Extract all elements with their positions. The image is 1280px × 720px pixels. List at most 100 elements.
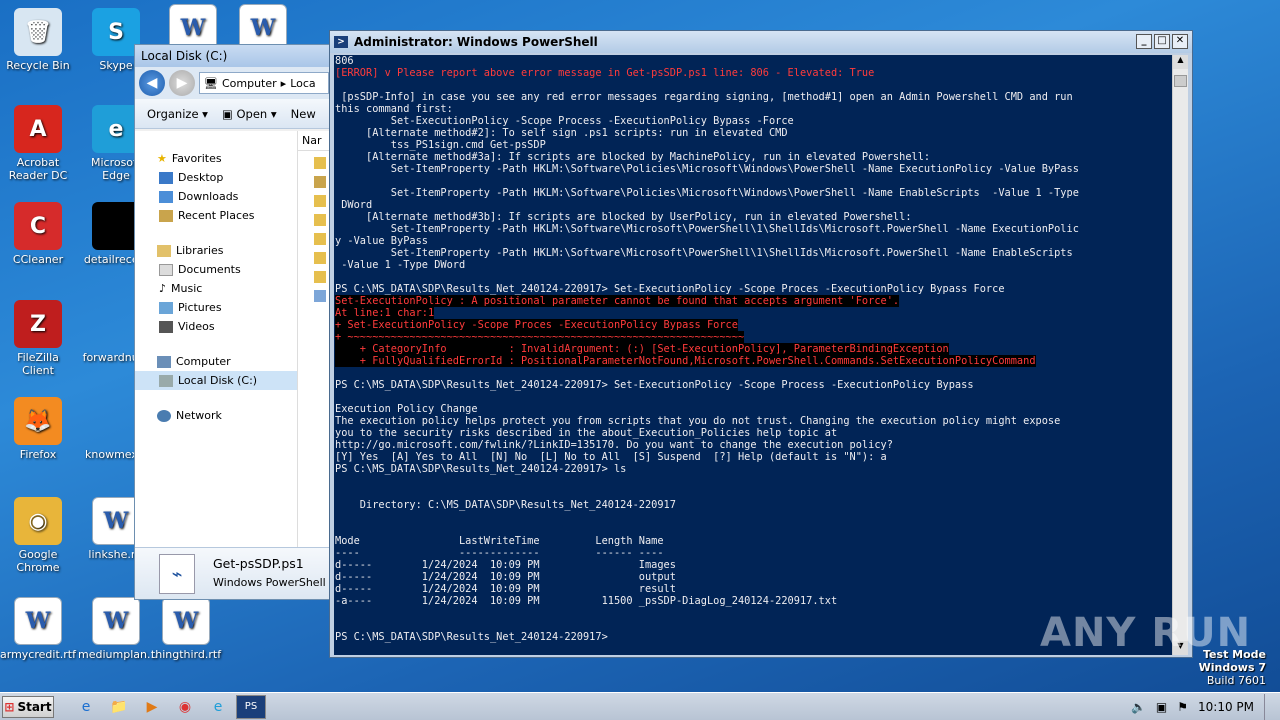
- flag-icon[interactable]: ⚑: [1177, 700, 1188, 714]
- nav-music[interactable]: ♪ Music: [135, 279, 297, 298]
- scroll-thumb[interactable]: [1174, 75, 1187, 87]
- console-line: At line:1 char:1: [335, 307, 435, 319]
- desktop-icon-recycle-bin[interactable]: 🗑 Recycle Bin: [0, 8, 76, 72]
- nav-libraries[interactable]: Libraries: [135, 241, 297, 260]
- breadcrumb-local[interactable]: Loca: [290, 77, 315, 90]
- desktop-icon-label: CCleaner: [12, 253, 64, 266]
- console-line: + Set-ExecutionPolicy -Scope Proces -Exe…: [335, 319, 738, 331]
- downloads-icon: [159, 190, 173, 203]
- console-line: d----- 1/24/2024 10:09 PM Images: [335, 559, 676, 571]
- desktop-icon-label: Google Chrome: [16, 548, 60, 574]
- firefox-icon: 🦊: [14, 397, 62, 445]
- back-icon[interactable]: ◀: [139, 70, 165, 96]
- nav-pictures[interactable]: Pictures: [135, 298, 297, 317]
- close-button[interactable]: ✕: [1172, 34, 1188, 49]
- test-mode-watermark: Test Mode Windows 7 Build 7601: [1199, 648, 1266, 687]
- new-folder-button[interactable]: New: [291, 107, 316, 121]
- taskbar-explorer-icon[interactable]: 📁: [104, 695, 134, 719]
- organize-button[interactable]: Organize ▾: [147, 107, 208, 121]
- desktop-icon-filezilla[interactable]: Z FileZilla Client: [0, 300, 76, 377]
- nav-documents[interactable]: Documents: [135, 260, 297, 279]
- address-input[interactable]: 🖥 Computer ▸ Loca: [199, 72, 329, 94]
- desktop-icon-label: armycredit.rtf: [0, 648, 76, 661]
- minimize-button[interactable]: _: [1136, 34, 1152, 49]
- explorer-window[interactable]: Local Disk (C:) ◀ ▶ 🖥 Computer ▸ Loca Or…: [134, 44, 334, 600]
- network-icon: [157, 409, 171, 422]
- taskbar-edge-icon[interactable]: e: [203, 695, 233, 719]
- forward-icon[interactable]: ▶: [169, 70, 195, 96]
- desktop-icon-thingthird-rtf[interactable]: Wthingthird.rtf: [148, 597, 224, 661]
- details-pane: ⌁ Get-psSDP.ps1 Windows PowerShell Scri: [135, 547, 333, 599]
- console-line: you to the security risks described in t…: [335, 427, 838, 439]
- nav-local-disk[interactable]: Local Disk (C:): [135, 371, 297, 390]
- detailreceiv-icon: [92, 202, 140, 250]
- watermark-line2: Windows 7: [1198, 661, 1266, 674]
- desktop-icon-label: thingthird.rtf: [150, 648, 222, 661]
- system-tray: 🔈 ▣ ⚑ 10:10 PM: [1131, 693, 1280, 720]
- computer-icon: [157, 355, 171, 368]
- desktop-icon-acrobat-reader[interactable]: A Acrobat Reader DC: [0, 105, 76, 182]
- nav-desktop[interactable]: Desktop: [135, 168, 297, 187]
- desktop-icon-mediumplan[interactable]: Wmediumplan...: [78, 597, 158, 661]
- console-line: [Y] Yes [A] Yes to All [N] No [L] No to …: [335, 451, 887, 463]
- desktop-icon-firefox[interactable]: 🦊 Firefox: [0, 397, 76, 461]
- desktop-icon-armycredit-rtf[interactable]: Warmycredit.rtf: [0, 597, 76, 661]
- console-line: [Alternate method#3a]: If scripts are bl…: [335, 151, 931, 163]
- star-icon: ★: [157, 152, 167, 165]
- console-output[interactable]: 806 [ERROR] v Please report above error m…: [334, 55, 1174, 655]
- breadcrumb-computer[interactable]: Computer: [222, 77, 277, 90]
- powershell-title: Administrator: Windows PowerShell: [354, 35, 598, 49]
- folder-lock-icon: [314, 176, 326, 188]
- console-line: tss_PS1sign.cmd Get-psSDP: [335, 139, 546, 151]
- maximize-button[interactable]: □: [1154, 34, 1170, 49]
- videos-icon: [159, 320, 173, 333]
- nav-recent-places[interactable]: Recent Places: [135, 206, 297, 225]
- nav-computer[interactable]: Computer: [135, 352, 297, 371]
- libraries-icon: [157, 244, 171, 257]
- console-line: + ~~~~~~~~~~~~~~~~~~~~~~~~~~~~~~~~~~~~~~…: [335, 331, 745, 343]
- open-button[interactable]: ▣ Open ▾: [222, 107, 277, 121]
- nav-videos[interactable]: Videos: [135, 317, 297, 336]
- start-button[interactable]: ⊞ Start: [2, 695, 54, 718]
- taskbar-media-player-icon[interactable]: ▶: [137, 695, 167, 719]
- console-line: Set-ItemProperty -Path HKLM:\Software\Po…: [335, 187, 1079, 199]
- powershell-titlebar[interactable]: > Administrator: Windows PowerShell _ □ …: [330, 31, 1192, 53]
- file-list[interactable]: Nar: [297, 131, 333, 547]
- nav-network[interactable]: Network: [135, 406, 297, 425]
- console-line: PS C:\MS_DATA\SDP\Results_Net_240124-220…: [335, 283, 1005, 295]
- nav-downloads[interactable]: Downloads: [135, 187, 297, 206]
- clock[interactable]: 10:10 PM: [1198, 700, 1254, 714]
- knowmexic-icon: [92, 397, 140, 445]
- console-line: Set-ExecutionPolicy : A positional param…: [335, 295, 900, 307]
- acrobat-reader-icon: A: [14, 105, 62, 153]
- nav-favorites[interactable]: ★ Favorites: [135, 149, 297, 168]
- folder-icon: [314, 214, 326, 226]
- network-tray-icon[interactable]: ▣: [1156, 700, 1167, 714]
- taskbar-powershell-icon[interactable]: PS: [236, 694, 266, 719]
- taskbar-chrome-icon[interactable]: ◉: [170, 695, 200, 719]
- armycredit-rtf-icon: W: [14, 597, 62, 645]
- desktop-icon-label: mediumplan...: [78, 648, 158, 661]
- desktop-icon-label: FileZilla Client: [17, 351, 59, 377]
- watermark-line1: Test Mode: [1203, 648, 1266, 661]
- taskbar-ie-icon[interactable]: e: [71, 695, 101, 719]
- scroll-up-icon[interactable]: ▲: [1173, 55, 1188, 69]
- column-header-name[interactable]: Nar: [298, 131, 333, 151]
- console-line: -Value 1 -Type DWord: [335, 259, 466, 271]
- address-bar: ◀ ▶ 🖥 Computer ▸ Loca: [135, 67, 333, 99]
- music-icon: ♪: [159, 282, 167, 295]
- volume-icon[interactable]: 🔈: [1131, 700, 1146, 714]
- folder-icon: [314, 157, 326, 169]
- vertical-scrollbar[interactable]: ▲ ▼: [1172, 55, 1188, 655]
- show-desktop-button[interactable]: [1264, 694, 1274, 720]
- console-line: [ERROR] v Please report above error mess…: [335, 67, 875, 79]
- explorer-title: Local Disk (C:): [135, 45, 333, 67]
- console-line: [psSDP-Info] in case you see any red err…: [335, 91, 1073, 103]
- desktop-icon-google-chrome[interactable]: ◉ Google Chrome: [0, 497, 76, 574]
- desktop-icon-ccleaner[interactable]: C CCleaner: [0, 202, 76, 266]
- computer-icon: 🖥: [204, 76, 218, 90]
- powershell-window[interactable]: > Administrator: Windows PowerShell _ □ …: [329, 30, 1193, 658]
